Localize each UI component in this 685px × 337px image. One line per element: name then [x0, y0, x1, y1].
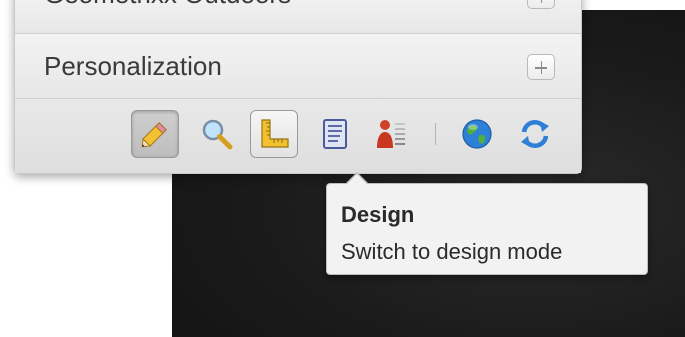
person-icon: [377, 120, 405, 148]
magnifier-icon: [202, 119, 233, 150]
toolbar-separator: [435, 123, 436, 145]
page-icon: [323, 119, 347, 149]
reload-button[interactable]: [511, 110, 559, 158]
preview-mode-button[interactable]: [193, 110, 241, 158]
section-label: Geometrixx Outdoors: [44, 0, 291, 10]
globe-icon: [462, 119, 492, 149]
website-admin-button[interactable]: [453, 110, 501, 158]
design-mode-button[interactable]: [131, 110, 179, 158]
sidekick-toolbar: [15, 99, 581, 173]
scaffolding-mode-button[interactable]: [250, 110, 298, 158]
sidekick-panel: Geometrixx Outdoors Personalization: [14, 0, 582, 174]
expand-section-button[interactable]: [527, 54, 555, 80]
section-personalization[interactable]: Personalization: [15, 34, 581, 99]
section-geometrixx-outdoors[interactable]: Geometrixx Outdoors: [15, 0, 581, 34]
pencil-icon: [141, 121, 168, 148]
page-properties-button[interactable]: [311, 110, 359, 158]
client-context-button[interactable]: [367, 110, 415, 158]
ruler-icon: [261, 119, 289, 148]
tooltip-description: Switch to design mode: [341, 239, 563, 264]
tooltip-title: Design: [341, 202, 415, 227]
refresh-icon: [521, 119, 549, 149]
expand-section-button[interactable]: [527, 0, 555, 9]
design-tooltip: Design Switch to design mode: [326, 172, 648, 275]
section-label: Personalization: [44, 51, 222, 81]
